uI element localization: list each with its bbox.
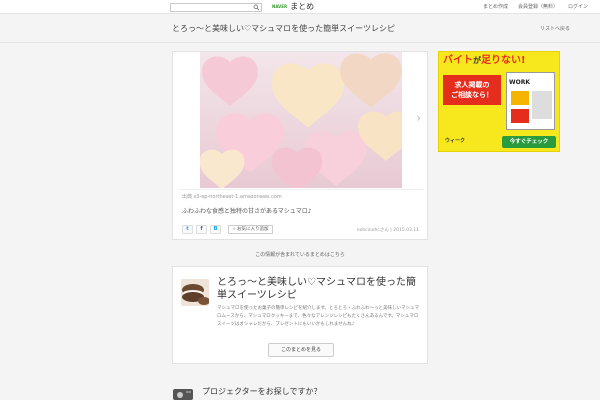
ad-headline-part-b: が [473, 56, 481, 65]
facebook-share-button[interactable]: f [196, 225, 207, 234]
card-divider [179, 189, 423, 190]
nav-register[interactable]: 会員登録（無料） [518, 3, 558, 11]
nav-login[interactable]: ログイン [568, 3, 588, 11]
star-icon: ☆ [232, 227, 237, 232]
marshmallow-hearts-image [200, 52, 402, 188]
twitter-share-button[interactable]: t [182, 225, 193, 234]
share-buttons: t f B ☆ お気に入り追加 [182, 225, 273, 234]
title-bar: とろっ〜と美味しい♡マシュマロを使った簡単スイーツレシピ リストへ戻る [0, 15, 600, 43]
author-name[interactable]: nohcinohcさん [357, 228, 389, 233]
site-logo[interactable]: NAVER まとめ [272, 1, 314, 13]
page-title: とろっ〜と美味しい♡マシュマロを使った簡単スイーツレシピ [172, 24, 396, 33]
hatena-icon: B [213, 226, 218, 232]
hatena-share-button[interactable]: B [210, 225, 221, 234]
image-source[interactable]: 出典 s3-ap-northeast-1.amazonaws.com [182, 194, 282, 201]
nav-create-matome[interactable]: まとめ作成 [483, 3, 508, 11]
logo-naver: NAVER [272, 4, 288, 9]
related-title[interactable]: とろっ〜と美味しい♡マシュマロを使った簡単スイーツレシピ [217, 276, 417, 302]
top-bar: NAVER まとめ まとめ作成 会員登録（無料） ログイン [0, 0, 600, 14]
add-favorite-button[interactable]: ☆ お気に入り追加 [228, 225, 273, 234]
sandwich-cookie-image [181, 279, 209, 306]
search-icon[interactable] [253, 4, 260, 11]
ad-headline-part-c: 足りない! [481, 55, 526, 66]
search-input[interactable] [170, 3, 262, 12]
matome-item-card: › 出典 s3-ap-northeast-1.amazonaws.com ふわふ… [172, 51, 428, 240]
job-ad-banner[interactable]: バイトが足りない! 求人掲載の ご相談なら！ WORK ウィーク 今すぐチェック [438, 51, 560, 152]
related-thumbnail[interactable] [181, 279, 209, 306]
projector-icon [172, 385, 196, 400]
ad-brand: ウィーク [445, 138, 466, 144]
related-matome-card: とろっ〜と美味しい♡マシュマロを使った簡単スイーツレシピ マシュマロを使ったお菓… [172, 266, 428, 364]
ad-magazine: WORK [506, 72, 555, 130]
item-date: 2015.03.11 [393, 228, 419, 233]
back-to-list-link[interactable]: リストへ戻る [540, 25, 570, 33]
twitter-icon: t [186, 226, 189, 232]
top-nav: まとめ作成 会員登録（無料） ログイン [483, 3, 588, 11]
marshmallow-photo[interactable] [200, 52, 402, 188]
ad-check-button[interactable]: 今すぐチェック [502, 136, 556, 148]
logo-matome: まとめ [290, 2, 315, 11]
related-description: マシュマロを使ったお菓子の簡単レシピを紹介します。とろとろ・ふわふわ〜っと美味し… [217, 306, 420, 327]
author-line: nohcinohcさん | 2015.03.11 [357, 228, 419, 234]
add-favorite-label: お気に入り追加 [237, 227, 269, 232]
next-arrow-icon[interactable]: › [416, 112, 421, 124]
projector-teaser-text[interactable]: プロジェクターをお探しですか？ [202, 387, 321, 397]
view-matome-button[interactable]: このまとめを見る [268, 343, 334, 357]
included-in-matome-text: この情報が含まれているまとめはこちら [255, 252, 345, 258]
magazine-cover-art [511, 91, 552, 123]
ad-headline-part-a: バイト [443, 55, 473, 66]
item-caption: ふわふわな食感と独特の甘さがあるマシュマロ♪ [182, 208, 312, 215]
ad-consult-box: 求人掲載の ご相談なら！ [443, 75, 501, 105]
facebook-icon: f [200, 226, 203, 232]
ad-headline: バイトが足りない! [443, 55, 526, 67]
